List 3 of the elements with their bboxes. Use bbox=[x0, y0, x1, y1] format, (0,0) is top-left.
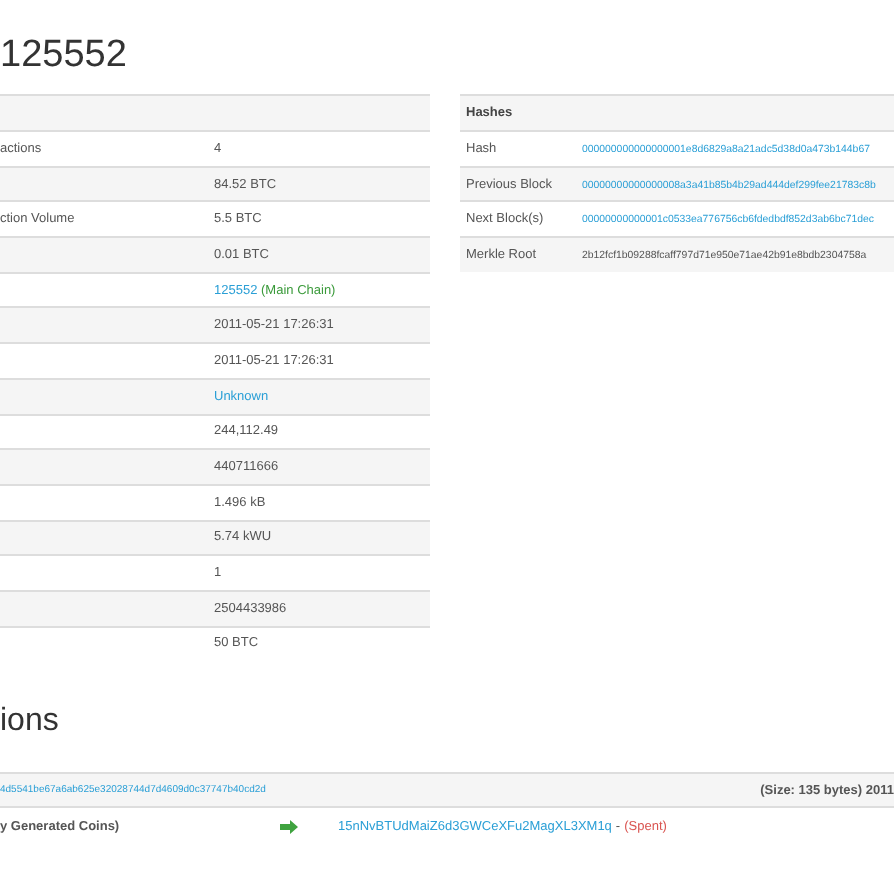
arrow-icon bbox=[280, 819, 298, 834]
block-title: 125552 bbox=[0, 34, 127, 76]
transactions-heading: ions bbox=[0, 704, 59, 739]
